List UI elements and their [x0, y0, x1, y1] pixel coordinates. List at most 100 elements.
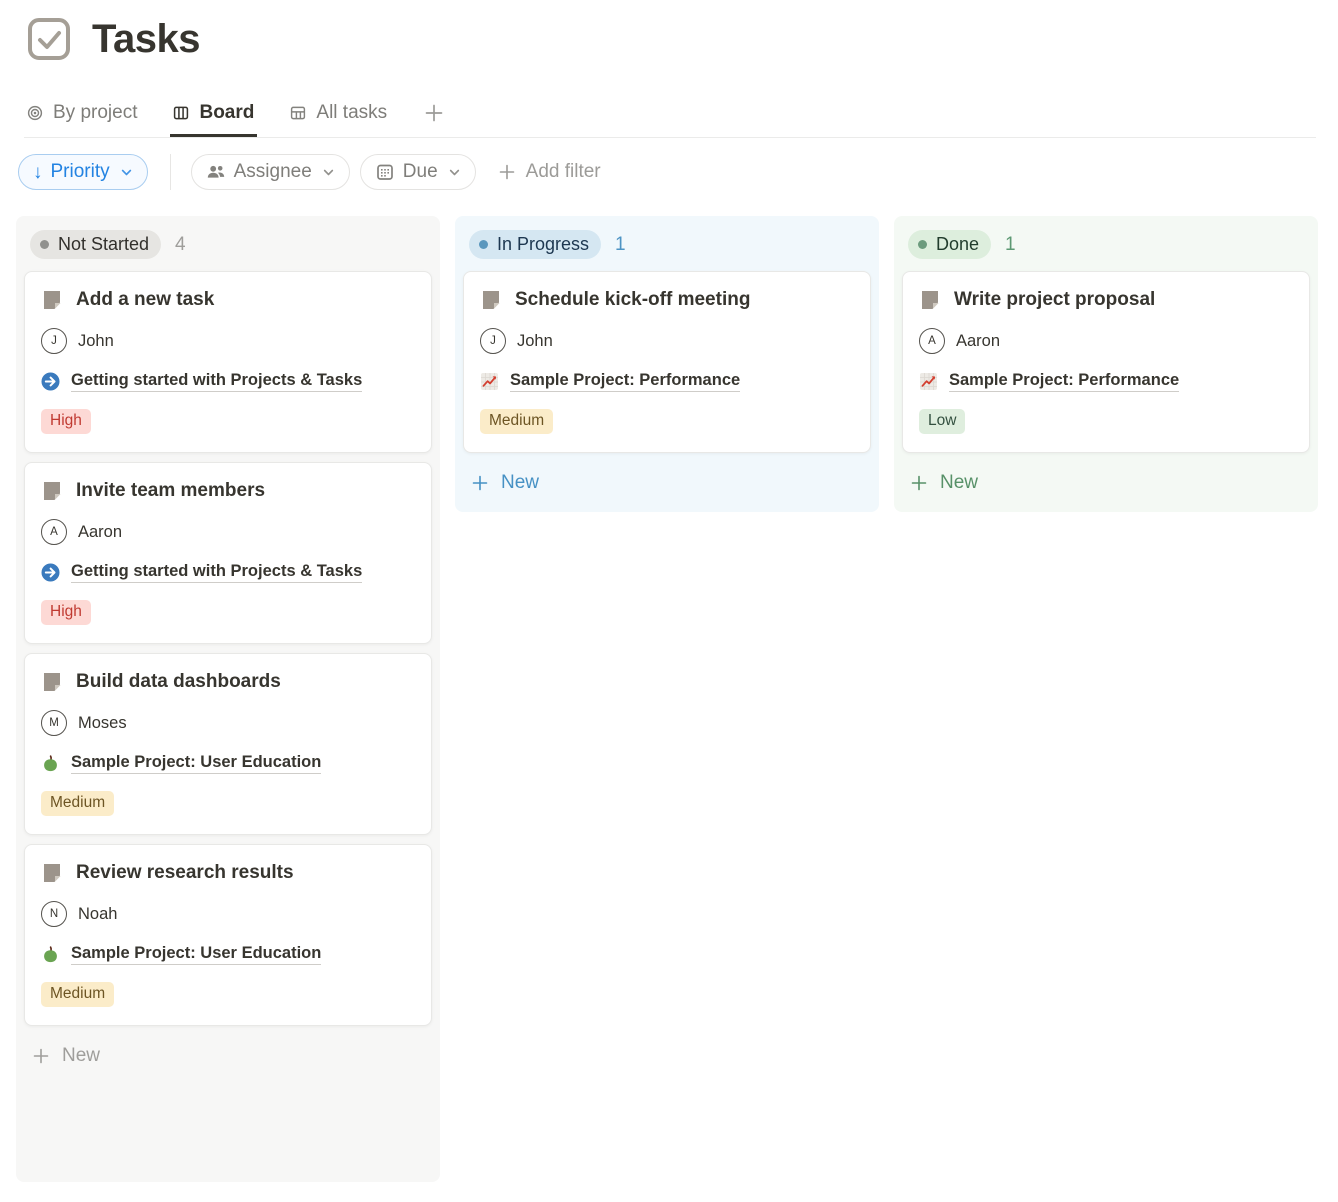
plus-icon [498, 163, 516, 181]
assignee-name: Aaron [78, 523, 122, 542]
task-card[interactable]: Write project proposal A Aaron Sample Pr… [902, 271, 1310, 453]
avatar: M [41, 710, 67, 736]
checkbox-icon [26, 16, 72, 62]
task-title: Build data dashboards [76, 671, 281, 693]
page-title: Tasks [92, 17, 200, 62]
calendar-icon [375, 162, 395, 182]
add-filter-button[interactable]: Add filter [498, 161, 601, 183]
new-label: New [940, 472, 978, 494]
tab-all-tasks[interactable]: All tasks [287, 96, 390, 137]
chart-increasing-icon [480, 372, 499, 391]
page-icon [919, 289, 941, 311]
column-header[interactable]: Not Started 4 [24, 224, 432, 271]
task-card[interactable]: Invite team members A Aaron Getting star… [24, 462, 432, 644]
page-icon [41, 289, 63, 311]
column-name: In Progress [497, 234, 589, 255]
project-link[interactable]: Sample Project: User Education [71, 753, 321, 774]
chevron-down-icon [322, 166, 335, 179]
avatar: N [41, 901, 67, 927]
green-apple-icon [41, 754, 60, 773]
new-task-button[interactable]: New [463, 462, 871, 504]
task-title: Write project proposal [954, 289, 1155, 311]
add-filter-label: Add filter [526, 161, 601, 183]
priority-tag: High [41, 600, 91, 625]
page-icon [480, 289, 502, 311]
task-title: Review research results [76, 862, 294, 884]
project-link[interactable]: Sample Project: Performance [949, 371, 1179, 392]
add-view-button[interactable] [420, 96, 448, 137]
priority-tag: Medium [480, 409, 553, 434]
tab-label: Board [199, 102, 254, 124]
column-in-progress: In Progress 1 Schedule kick-off meeting … [455, 216, 879, 512]
plus-icon [423, 102, 445, 124]
arrow-circle-icon [41, 563, 60, 582]
new-task-button[interactable]: New [24, 1035, 432, 1077]
assignee-name: John [517, 332, 553, 351]
tab-label: All tasks [316, 102, 387, 124]
status-pill: Done [908, 230, 991, 259]
new-label: New [501, 472, 539, 494]
assignee-name: John [78, 332, 114, 351]
priority-tag: High [41, 409, 91, 434]
chart-increasing-icon [919, 372, 938, 391]
new-label: New [62, 1045, 100, 1067]
task-card[interactable]: Review research results N Noah Sample Pr… [24, 844, 432, 1026]
page-icon [41, 671, 63, 693]
arrow-down-icon: ↓ [33, 163, 43, 182]
project-link[interactable]: Getting started with Projects & Tasks [71, 562, 362, 583]
column-header[interactable]: Done 1 [902, 224, 1310, 271]
chevron-down-icon [448, 166, 461, 179]
page-icon [41, 480, 63, 502]
green-apple-icon [41, 945, 60, 964]
avatar: A [41, 519, 67, 545]
plus-icon [471, 474, 489, 492]
priority-tag: Medium [41, 791, 114, 816]
column-name: Done [936, 234, 979, 255]
status-pill: In Progress [469, 230, 601, 259]
new-task-button[interactable]: New [902, 462, 1310, 504]
avatar: J [41, 328, 67, 354]
task-card[interactable]: Add a new task J John Getting started wi… [24, 271, 432, 453]
column-count: 1 [615, 234, 626, 256]
column-name: Not Started [58, 234, 149, 255]
status-pill: Not Started [30, 230, 161, 259]
priority-tag: Medium [41, 982, 114, 1007]
board-columns-icon [173, 105, 189, 121]
tab-board[interactable]: Board [170, 96, 257, 137]
kanban-board: Not Started 4 Add a new task J John Gett… [16, 216, 1338, 1182]
task-title: Schedule kick-off meeting [515, 289, 750, 311]
target-icon [27, 105, 43, 121]
plus-icon [32, 1047, 50, 1065]
assignee-name: Moses [78, 714, 127, 733]
assignee-name: Aaron [956, 332, 1000, 351]
column-not-started: Not Started 4 Add a new task J John Gett… [16, 216, 440, 1182]
sort-priority-button[interactable]: ↓ Priority [18, 154, 148, 190]
arrow-circle-icon [41, 372, 60, 391]
task-card[interactable]: Build data dashboards M Moses Sample Pro… [24, 653, 432, 835]
tab-by-project[interactable]: By project [24, 96, 140, 137]
due-filter-button[interactable]: Due [360, 154, 476, 190]
status-dot-icon [40, 240, 49, 249]
filter-toolbar: ↓ Priority Assignee [18, 154, 1338, 190]
task-card[interactable]: Schedule kick-off meeting J John Sample … [463, 271, 871, 453]
assignee-name: Noah [78, 905, 117, 924]
column-count: 1 [1005, 234, 1016, 256]
priority-tag: Low [919, 409, 965, 434]
project-link[interactable]: Getting started with Projects & Tasks [71, 371, 362, 392]
project-link[interactable]: Sample Project: Performance [510, 371, 740, 392]
view-tabs: By project Board All tasks [24, 96, 1316, 138]
table-icon [290, 105, 306, 121]
project-link[interactable]: Sample Project: User Education [71, 944, 321, 965]
status-dot-icon [918, 240, 927, 249]
column-header[interactable]: In Progress 1 [463, 224, 871, 271]
status-dot-icon [479, 240, 488, 249]
column-done: Done 1 Write project proposal A Aaron [894, 216, 1318, 512]
assignee-filter-button[interactable]: Assignee [191, 154, 350, 190]
task-title: Invite team members [76, 480, 265, 502]
sort-label: Priority [51, 161, 110, 183]
column-count: 4 [175, 234, 186, 256]
assignee-filter-label: Assignee [234, 161, 312, 183]
chevron-down-icon [120, 166, 133, 179]
tab-label: By project [53, 102, 137, 124]
page-icon [41, 862, 63, 884]
